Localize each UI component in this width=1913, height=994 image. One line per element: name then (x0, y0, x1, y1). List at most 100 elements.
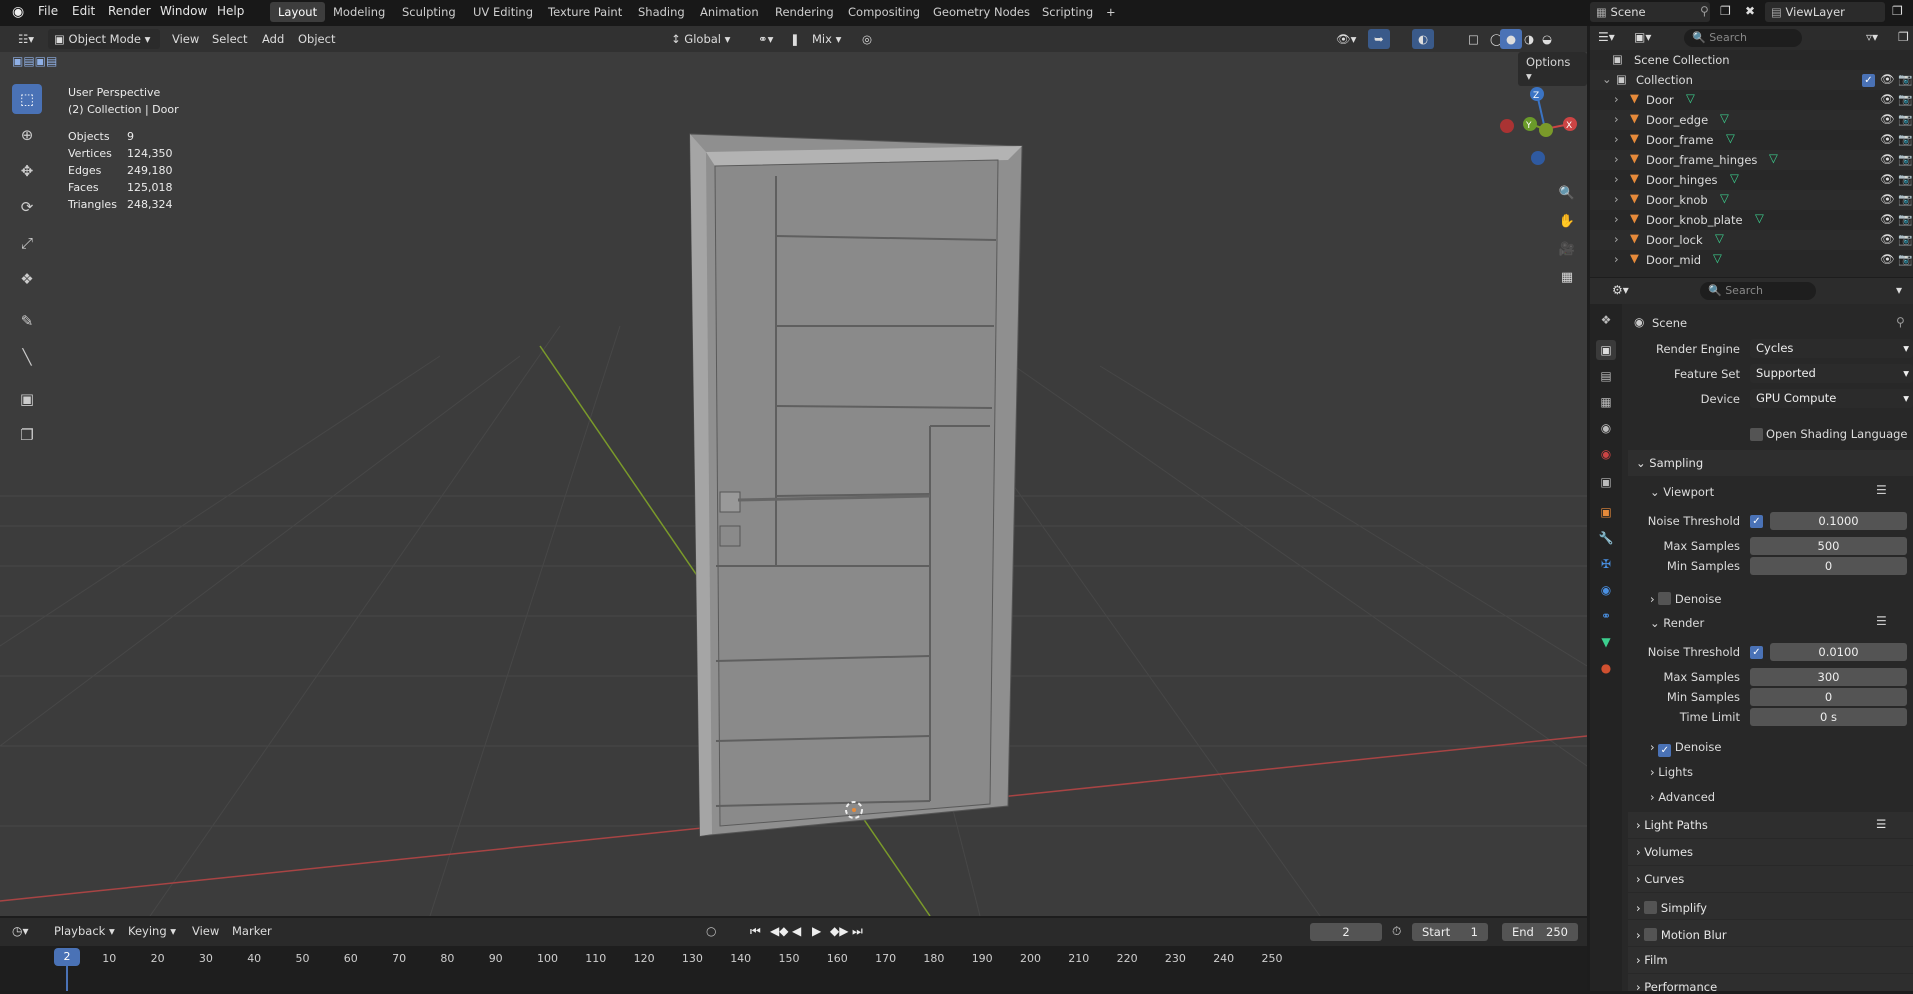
tab-geometry-nodes[interactable]: Geometry Nodes (925, 2, 1038, 22)
outliner-object-row[interactable]: › ▼ Door_frame_hinges ▽ 👁 📷 (1590, 150, 1913, 170)
view-layer-tab-icon[interactable]: ▦ (1596, 392, 1616, 412)
start-frame-field[interactable]: Start 1 (1412, 923, 1488, 941)
record-icon[interactable]: ○ (706, 924, 716, 938)
new-viewlayer-icon[interactable]: ❐ (1892, 4, 1903, 18)
camera-icon[interactable]: 📷 (1898, 92, 1912, 106)
tab-shading[interactable]: Shading (630, 2, 693, 22)
next-keyframe-icon[interactable]: ◆▶ (830, 924, 848, 938)
menu-view[interactable]: View (166, 29, 205, 49)
new-collection-icon[interactable]: ❐ (1898, 30, 1909, 44)
menu-help[interactable]: Help (217, 4, 244, 18)
modifier-tab-icon[interactable]: 🔧 (1596, 528, 1616, 548)
mesh-data-icon[interactable]: ▽ (1686, 91, 1695, 105)
collection-tab-icon[interactable]: ▣ (1596, 472, 1616, 492)
mesh-data-icon[interactable]: ▽ (1755, 211, 1764, 225)
add-workspace-button[interactable]: + (1098, 2, 1124, 22)
simplify-checkbox[interactable] (1644, 901, 1658, 914)
r-noise-threshold-field[interactable]: 0.0100 (1770, 643, 1907, 661)
select-mode-icons[interactable]: ▣▤▣▤ (12, 54, 57, 68)
film-panel-header[interactable]: › Film (1628, 947, 1913, 973)
tab-uv-editing[interactable]: UV Editing (465, 2, 541, 22)
menu-file[interactable]: File (38, 4, 58, 18)
camera-icon[interactable]: 📷 (1898, 112, 1912, 126)
rotate-tool[interactable]: ⟳ (12, 192, 42, 222)
timeline-editor-icon[interactable]: ◷▾ (12, 924, 29, 938)
world-tab-icon[interactable]: ◉ (1596, 444, 1616, 464)
editor-type-icon[interactable]: ☷▾ (12, 29, 40, 49)
options-button[interactable]: Options ▾ (1518, 52, 1587, 86)
collection-checkbox[interactable]: ✓ (1862, 74, 1875, 87)
mesh-data-icon[interactable]: ▽ (1730, 171, 1739, 185)
transform-orientation[interactable]: ↕ Global ▾ (665, 29, 736, 49)
outliner-object-row[interactable]: › ▼ Door_hinges ▽ 👁 📷 (1590, 170, 1913, 190)
outliner-object-row[interactable]: › ▼ Door_edge ▽ 👁 📷 (1590, 110, 1913, 130)
vp-noise-threshold-checkbox[interactable]: ✓ (1750, 515, 1763, 528)
overlays-icon[interactable]: ◐ (1412, 29, 1435, 49)
delete-scene-icon[interactable]: ✖ (1745, 4, 1755, 18)
zoom-icon[interactable]: 🔍 (1554, 180, 1580, 206)
menu-add[interactable]: Add (256, 29, 290, 49)
stopwatch-icon[interactable]: ⏱ (1392, 924, 1401, 939)
viewport-subpanel-header[interactable]: ⌄ Viewport (1650, 485, 1714, 499)
eye-icon[interactable]: 👁 (1880, 252, 1895, 266)
eye-icon[interactable]: 👁 (1880, 232, 1895, 246)
blender-logo-icon[interactable]: ◉ (12, 4, 24, 20)
menu-object[interactable]: Object (292, 29, 341, 49)
mesh-data-icon[interactable]: ▽ (1720, 191, 1729, 205)
vp-noise-threshold-field[interactable]: 0.1000 (1770, 512, 1907, 530)
properties-search-input[interactable]: 🔍 Search (1700, 282, 1816, 300)
eye-icon[interactable]: 👁 (1880, 92, 1895, 106)
tab-compositing[interactable]: Compositing (840, 2, 928, 22)
properties-options-icon[interactable]: ▾ (1896, 283, 1902, 297)
osl-checkbox[interactable] (1750, 428, 1763, 441)
play-reverse-icon[interactable]: ◀ (792, 924, 801, 938)
snap-icon[interactable]: ❚ (784, 29, 806, 49)
menu-edit[interactable]: Edit (72, 4, 95, 18)
tab-rendering[interactable]: Rendering (767, 2, 842, 22)
outliner-object-row[interactable]: › ▼ Door_mid ▽ 👁 📷 (1590, 250, 1913, 270)
outliner-object-row[interactable]: › ▼ Door_knob_plate ▽ 👁 📷 (1590, 210, 1913, 230)
playhead[interactable]: 2 (54, 948, 80, 966)
chevron-right-icon[interactable]: › (1614, 132, 1619, 146)
chevron-right-icon[interactable]: › (1614, 192, 1619, 206)
menu-timeline-view[interactable]: View (186, 921, 225, 941)
mesh-data-icon[interactable]: ▽ (1720, 111, 1729, 125)
outliner-object-row[interactable]: › ▼ Door_lock ▽ 👁 📷 (1590, 230, 1913, 250)
transform-tool[interactable]: ❖ (12, 264, 42, 294)
r-min-samples-field[interactable]: 0 (1750, 688, 1907, 706)
mesh-data-icon[interactable]: ▽ (1769, 151, 1778, 165)
device-dropdown[interactable]: GPU Compute ▾ (1750, 389, 1913, 408)
mode-selector[interactable]: ▣ Object Mode ▾ (48, 29, 160, 49)
object-tab-icon[interactable]: ▣ (1596, 502, 1616, 522)
render-tab-icon[interactable]: ▣ (1596, 340, 1616, 360)
physics-tab-icon[interactable]: ◉ (1596, 580, 1616, 600)
light-paths-list-icon[interactable]: ☰ (1876, 817, 1886, 831)
proportional-edit-icon[interactable]: ◎ (856, 29, 878, 49)
measure-tool[interactable]: ╲ (12, 342, 42, 372)
constraints-tab-icon[interactable]: ⚭ (1596, 606, 1616, 626)
viewlayer-selector[interactable]: ▤ ViewLayer (1765, 2, 1885, 22)
scene-collection-row[interactable]: ▣ Scene Collection (1590, 50, 1913, 70)
outliner-editor-icon[interactable]: ☰▾ (1598, 30, 1615, 44)
outliner-object-row[interactable]: › ▼ Door_frame ▽ 👁 📷 (1590, 130, 1913, 150)
ortho-toggle-icon[interactable]: ▦ (1554, 264, 1580, 290)
curves-panel-header[interactable]: › Curves (1628, 866, 1913, 892)
performance-panel-header[interactable]: › Performance (1628, 974, 1913, 994)
prev-keyframe-icon[interactable]: ◀◆ (770, 924, 788, 938)
material-tab-icon[interactable]: ● (1596, 658, 1616, 678)
chevron-right-icon[interactable]: › (1614, 172, 1619, 186)
collection-row[interactable]: ⌄ ▣ Collection ✓ 👁 📷 (1590, 70, 1913, 90)
camera-icon[interactable]: 📷 (1898, 172, 1912, 186)
tab-sculpting[interactable]: Sculpting (394, 2, 464, 22)
scale-tool[interactable]: ⤢ (12, 228, 42, 258)
tab-texture-paint[interactable]: Texture Paint (540, 2, 630, 22)
time-limit-field[interactable]: 0 s (1750, 708, 1907, 726)
pin-properties-icon[interactable]: ⚲ (1896, 315, 1905, 329)
eye-icon[interactable]: 👁 (1880, 152, 1895, 166)
jump-start-icon[interactable]: ⏮ (750, 924, 761, 939)
simplify-panel-header[interactable]: › Simplify (1628, 893, 1913, 919)
camera-icon[interactable]: 📷 (1898, 212, 1912, 226)
add-cube-tool[interactable]: ▣ (12, 384, 42, 414)
render-list-icon[interactable]: ☰ (1876, 614, 1887, 628)
r-max-samples-field[interactable]: 300 (1750, 668, 1907, 686)
